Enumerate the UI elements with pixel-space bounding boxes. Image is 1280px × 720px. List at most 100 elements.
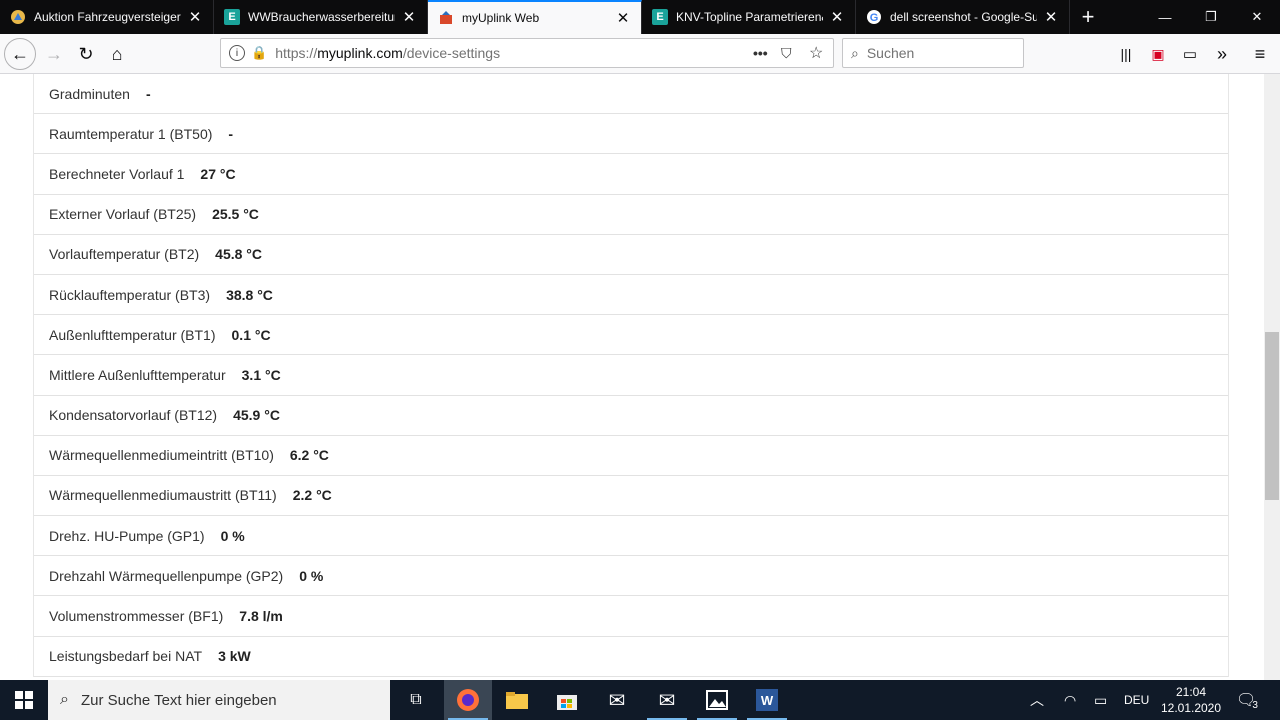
close-icon[interactable]: ✕ — [401, 8, 417, 26]
clock[interactable]: 21:04 12.01.2020 — [1161, 680, 1221, 720]
pocket-icon[interactable]: ⛉ — [781, 45, 792, 62]
tab-auktion[interactable]: Auktion Fahrzeugversteigerung ✕ — [0, 0, 214, 34]
reload-button[interactable]: ↻ — [70, 38, 102, 70]
word-button[interactable]: W — [743, 680, 791, 720]
search-input[interactable]: ⌕ Suchen — [842, 38, 1024, 68]
menu-button[interactable]: ≡ — [1244, 38, 1276, 70]
auction-site-icon — [10, 9, 26, 25]
parameter-row: Leistungsbedarf bei NAT 3 kW — [34, 637, 1228, 677]
show-hidden-icons-button[interactable]: ︿ — [1030, 680, 1044, 720]
parameter-label: Leistungsbedarf bei NAT — [49, 648, 203, 665]
search-icon: ⌕ — [851, 44, 859, 61]
minimize-button[interactable]: — — [1142, 0, 1188, 34]
parameter-label: Gradminuten — [49, 85, 130, 102]
tab-label: WWBraucherwasserbereitung — [248, 10, 395, 24]
parameter-label: Drehzahl Wärmequellenpumpe (GP2) — [49, 567, 284, 584]
mail-app-button[interactable]: ✉ — [593, 680, 641, 720]
action-center-button[interactable]: 🗨 3 — [1236, 680, 1258, 720]
browser-tab-bar: Auktion Fahrzeugversteigerung ✕ E WWBrau… — [0, 0, 1280, 34]
taskbar-search-input[interactable]: ⌕ Zur Suche Text hier eingeben — [48, 680, 390, 720]
url-path: /device-settings — [402, 45, 501, 61]
sidebar-button[interactable]: ▭ — [1174, 38, 1206, 70]
parameter-label: Volumenstrommesser (BF1) — [49, 608, 224, 625]
parameter-value: 0 % — [299, 567, 324, 584]
parameter-row: Kondensatorvorlauf (BT12) 45.9 °C — [34, 396, 1228, 436]
url-text: https://myuplink.com/device-settings — [275, 45, 500, 61]
taskbar-search-placeholder: Zur Suche Text hier eingeben — [80, 691, 277, 709]
close-icon[interactable]: ✕ — [1043, 8, 1059, 26]
hamburger-icon: ≡ — [1254, 43, 1266, 64]
extension-button[interactable]: ▣ — [1142, 38, 1174, 70]
photos-icon — [706, 690, 728, 710]
envelope-icon: ✉ — [608, 689, 626, 712]
restore-button[interactable]: ❐ — [1188, 0, 1234, 34]
close-icon[interactable]: ✕ — [829, 8, 845, 26]
lock-icon: 🔒 — [251, 45, 268, 60]
home-icon: ⌂ — [111, 43, 123, 64]
back-button[interactable]: ← — [4, 38, 36, 70]
tab-myuplink[interactable]: myUplink Web ✕ — [428, 0, 642, 34]
parameter-value: - — [228, 125, 234, 142]
store-icon — [557, 695, 577, 710]
parameter-label: Raumtemperatur 1 (BT50) — [49, 125, 213, 142]
firefox-icon — [457, 689, 479, 711]
close-icon[interactable]: ✕ — [187, 8, 203, 26]
language-indicator[interactable]: DEU — [1124, 680, 1149, 720]
wifi-icon: ◠ — [1064, 691, 1077, 708]
tab-label: KNV-Topline Parametrieren& — [676, 10, 823, 24]
address-bar[interactable]: i 🔒 https://myuplink.com/device-settings… — [220, 38, 834, 68]
parameter-value: 2.2 °C — [292, 487, 332, 504]
task-view-icon: ⧉ — [410, 691, 422, 708]
word-icon: W — [756, 689, 778, 711]
chevron-up-icon: ︿ — [1030, 692, 1044, 708]
task-view-button[interactable]: ⧉ — [392, 680, 440, 720]
windows-icon — [15, 691, 33, 709]
tab-google-search[interactable]: G dell screenshot - Google-Suche ✕ — [856, 0, 1070, 34]
close-icon[interactable]: ✕ — [615, 9, 631, 27]
tab-knv-topline[interactable]: E KNV-Topline Parametrieren& ✕ — [642, 0, 856, 34]
file-explorer-button[interactable] — [493, 680, 541, 720]
home-button[interactable]: ⌂ — [101, 38, 133, 70]
parameter-value: 45.8 °C — [215, 246, 263, 263]
close-window-button[interactable]: ✕ — [1234, 0, 1280, 34]
search-icon: ⌕ — [60, 691, 69, 708]
parameter-row: Rücklauftemperatur (BT3) 38.8 °C — [34, 275, 1228, 316]
notification-badge: 3 — [1252, 699, 1258, 711]
parameter-value: 27 °C — [200, 165, 236, 182]
overflow-button[interactable]: » — [1206, 38, 1238, 70]
library-button[interactable]: ||| — [1110, 38, 1142, 70]
parameter-row: Drehzahl Wärmequellenpumpe (GP2) 0 % — [34, 556, 1228, 597]
parameter-list: Gradminuten - Raumtemperatur 1 (BT50) - Bere… — [33, 74, 1229, 677]
battery-button[interactable]: ▭ — [1094, 680, 1107, 720]
network-button[interactable]: ◠ — [1064, 680, 1076, 720]
tab-wwbraucherwasser[interactable]: E WWBraucherwasserbereitung ✕ — [214, 0, 428, 34]
bookmark-star-icon[interactable]: ☆ — [809, 43, 823, 63]
forward-button[interactable]: → — [38, 38, 70, 70]
parameter-value: 38.8 °C — [226, 286, 273, 303]
parameter-row: Raumtemperatur 1 (BT50) - — [34, 114, 1228, 155]
photos-button[interactable] — [693, 680, 741, 720]
myuplink-icon — [438, 10, 454, 26]
store-button[interactable] — [543, 680, 591, 720]
parameter-label: Berechneter Vorlauf 1 — [49, 165, 185, 182]
info-icon[interactable]: i — [229, 45, 245, 61]
firefox-taskbar-button[interactable] — [444, 680, 492, 720]
language-label: DEU — [1124, 693, 1150, 707]
clock-time: 21:04 — [1175, 685, 1207, 699]
parameter-row: Drehz. HU-Pumpe (GP1) 0 % — [34, 516, 1228, 557]
double-chevron-icon: » — [1216, 43, 1227, 64]
start-button[interactable] — [0, 680, 48, 720]
parameter-row: Wärmequellenmediumaustritt (BT11) 2.2 °C — [34, 476, 1228, 517]
new-tab-button[interactable]: + — [1070, 0, 1106, 34]
parameter-label: Außenlufttemperatur (BT1) — [49, 326, 216, 343]
parameter-value: 3 kW — [218, 648, 251, 665]
navigation-toolbar: ← → ↻ ⌂ i 🔒 https://myuplink.com/device-… — [0, 34, 1280, 74]
parameter-value: - — [145, 85, 151, 102]
parameter-row: Außenlufttemperatur (BT1) 0.1 °C — [34, 315, 1228, 356]
e-icon: E — [224, 9, 240, 25]
parameter-value: 3.1 °C — [241, 366, 281, 383]
outlook-button[interactable]: ✉ — [643, 680, 691, 720]
page-actions-icon[interactable]: ••• — [753, 45, 768, 61]
tab-label: Auktion Fahrzeugversteigerung — [34, 10, 181, 24]
scrollbar-thumb[interactable] — [1265, 332, 1279, 500]
